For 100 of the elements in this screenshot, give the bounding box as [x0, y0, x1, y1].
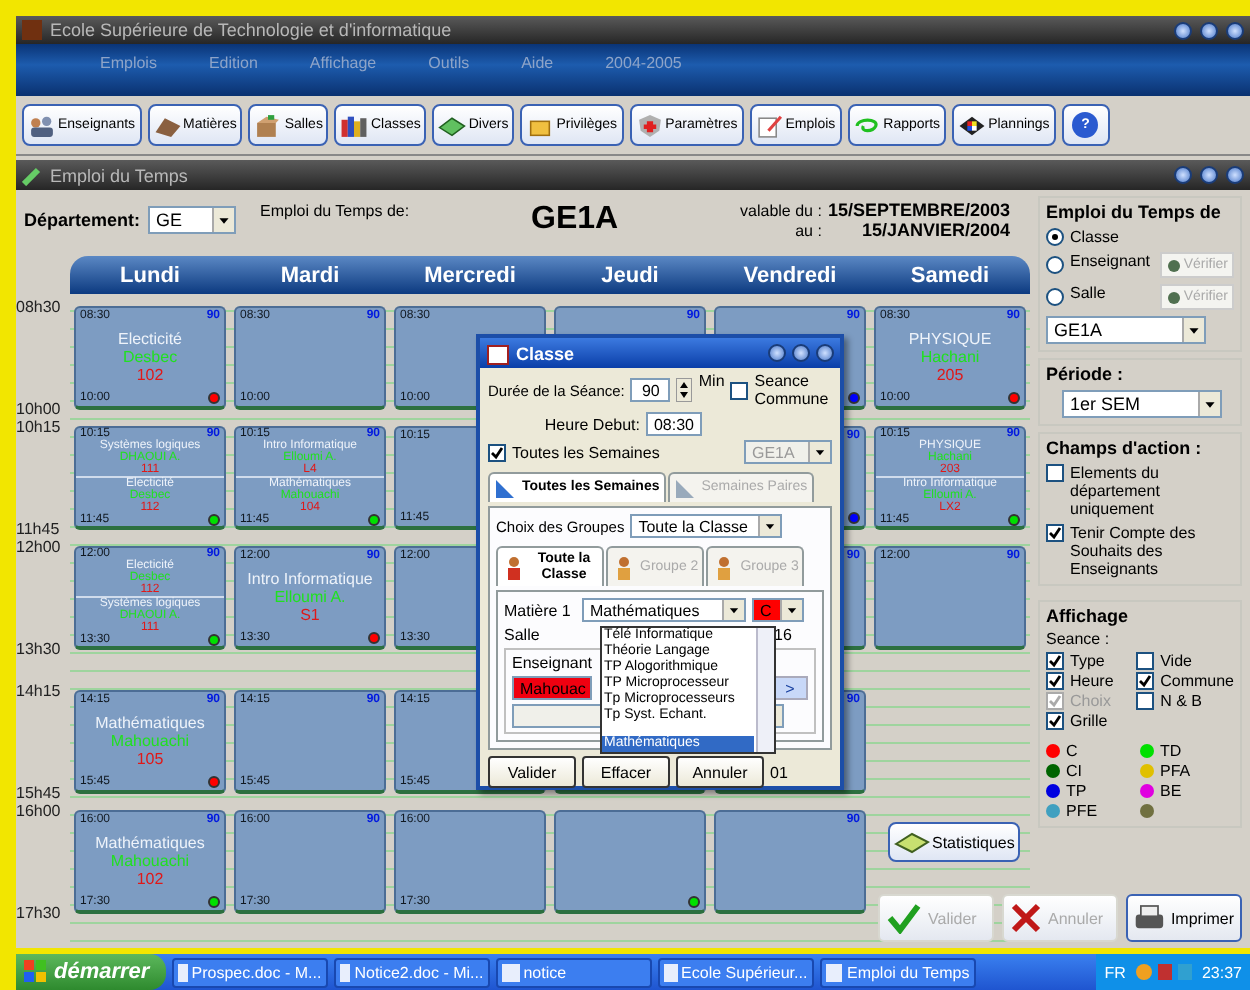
legend-label: PFA [1160, 762, 1191, 780]
minimize-button[interactable] [1174, 21, 1192, 39]
caret-icon [808, 442, 830, 462]
start-time-field[interactable]: 08:30 [646, 412, 702, 436]
legend-label: CI [1066, 762, 1082, 780]
duration-field[interactable]: 90 [630, 378, 671, 402]
groups-select[interactable]: Toute la Classe [630, 514, 783, 538]
tray-icons [1133, 962, 1194, 982]
taskbar-button[interactable]: Prospec.doc - M... [171, 957, 328, 987]
teacher-name: Desbec [122, 347, 178, 365]
maximize-button[interactable] [1200, 21, 1218, 39]
caret-icon [212, 208, 235, 232]
unit-label: Min [698, 372, 725, 390]
checkmark-icon [886, 902, 922, 934]
checkbox[interactable] [1046, 464, 1064, 482]
caret-icon [1182, 318, 1204, 342]
teacher-field[interactable]: Mahouac [512, 676, 592, 700]
time-label: 13h30 [16, 640, 63, 658]
day-name: Lundi [118, 263, 182, 287]
checkbox[interactable] [1136, 652, 1155, 670]
radio-label: Enseignant [1070, 252, 1151, 270]
language-indicator: FR [1104, 963, 1126, 981]
box-icon [254, 111, 283, 139]
start-label: Heure Debut: [542, 415, 640, 433]
legend-label: TP [1066, 782, 1087, 800]
radio-label: Salle [1070, 284, 1106, 302]
document-icon [825, 963, 843, 981]
checkbox[interactable] [488, 443, 506, 461]
department-label: Département: [24, 210, 141, 230]
time-label: 17h30 [16, 904, 63, 922]
room-value: 16 [774, 626, 792, 644]
checkbox[interactable] [1046, 652, 1064, 670]
period-select[interactable]: 1er SEM [1062, 390, 1222, 418]
subject-name: Mathématiques [95, 713, 205, 731]
minimize-button[interactable] [768, 344, 786, 362]
shield-icon [635, 111, 664, 139]
checkbox-label: Heure [1070, 672, 1114, 690]
dialog-button[interactable]: Valider [488, 756, 576, 788]
checkbox-label: Commune [1160, 672, 1234, 690]
time-label: 15h45 [16, 784, 63, 802]
radio-button[interactable] [1046, 228, 1064, 246]
subject-name: Intro Informatique [247, 569, 373, 587]
checkbox-label: Tenir Compte des Souhaits des Enseignants [1070, 524, 1198, 578]
day-name: Samedi [908, 263, 992, 287]
windows-logo-icon [24, 960, 48, 984]
teacher-label: Enseignant [512, 654, 593, 672]
room-number: 105 [136, 749, 164, 767]
day-name: Mercredi [422, 263, 518, 287]
checkbox[interactable] [1046, 712, 1064, 730]
taskbar-button[interactable]: Ecole Supérieur... [657, 957, 814, 987]
subject-select[interactable]: Mathématiques [582, 598, 746, 622]
checkbox[interactable] [1046, 524, 1064, 542]
action-button[interactable]: Imprimer [1126, 894, 1242, 942]
teacher-name: Hachani [920, 347, 980, 365]
pencil-paper-icon [755, 111, 784, 139]
statistics-button[interactable]: Statistiques [888, 822, 1021, 862]
session-label: Seance : [1046, 630, 1110, 648]
checkbox-label: Vide [1160, 652, 1192, 670]
document-icon [663, 963, 678, 981]
close-button[interactable] [1226, 166, 1244, 184]
dialog-button[interactable]: Effacer [582, 756, 670, 788]
checkbox-label: Seance Commune [754, 372, 823, 408]
squares-icon [958, 111, 987, 139]
counter-label: 01 [770, 763, 788, 781]
minimize-button[interactable] [1174, 166, 1192, 184]
teacher-name: Mahouachi [110, 731, 190, 749]
radio-button[interactable] [1046, 288, 1064, 306]
taskbar-button[interactable]: notice [495, 957, 652, 987]
time-label: 12h00 [16, 538, 63, 556]
time-label: 10h15 [16, 418, 63, 436]
people-icon [28, 111, 56, 139]
department-select[interactable]: GE [148, 206, 237, 234]
caret-icon [758, 516, 781, 536]
group-title: Emploi du Temps de [1046, 202, 1223, 222]
dialog-button[interactable]: Annuler [676, 756, 764, 788]
taskbar-button[interactable]: Emploi du Temps [819, 957, 976, 987]
class-select[interactable]: GE1A [1046, 316, 1206, 344]
checkbox[interactable] [1136, 672, 1155, 690]
checkbox[interactable] [1136, 692, 1155, 710]
radio-button[interactable] [1046, 256, 1064, 274]
maximize-button[interactable] [792, 344, 810, 362]
ruler-icon [494, 476, 518, 500]
document-icon [177, 963, 188, 981]
day-name: Jeudi [599, 263, 661, 287]
taskbar-button[interactable]: Notice2.doc - Mi... [333, 957, 490, 987]
checkbox[interactable] [1046, 672, 1064, 690]
checkbox[interactable] [730, 381, 749, 399]
close-button[interactable] [1226, 21, 1244, 39]
checkbox-label: Type [1070, 652, 1105, 670]
ruler-icon [673, 476, 698, 500]
pencil-icon [22, 165, 42, 185]
maximize-button[interactable] [1200, 166, 1218, 184]
spinner-icon[interactable] [676, 378, 693, 402]
group-title: Champs d'action : [1046, 438, 1204, 458]
time-label: 08h30 [16, 298, 63, 316]
valid-to-date: 15/JANVIER/2004 [861, 220, 1010, 240]
type-select[interactable]: C [752, 598, 804, 622]
start-button[interactable]: démarrer [16, 954, 166, 990]
checkbox-label: Choix [1070, 692, 1111, 710]
close-button[interactable] [816, 344, 834, 362]
